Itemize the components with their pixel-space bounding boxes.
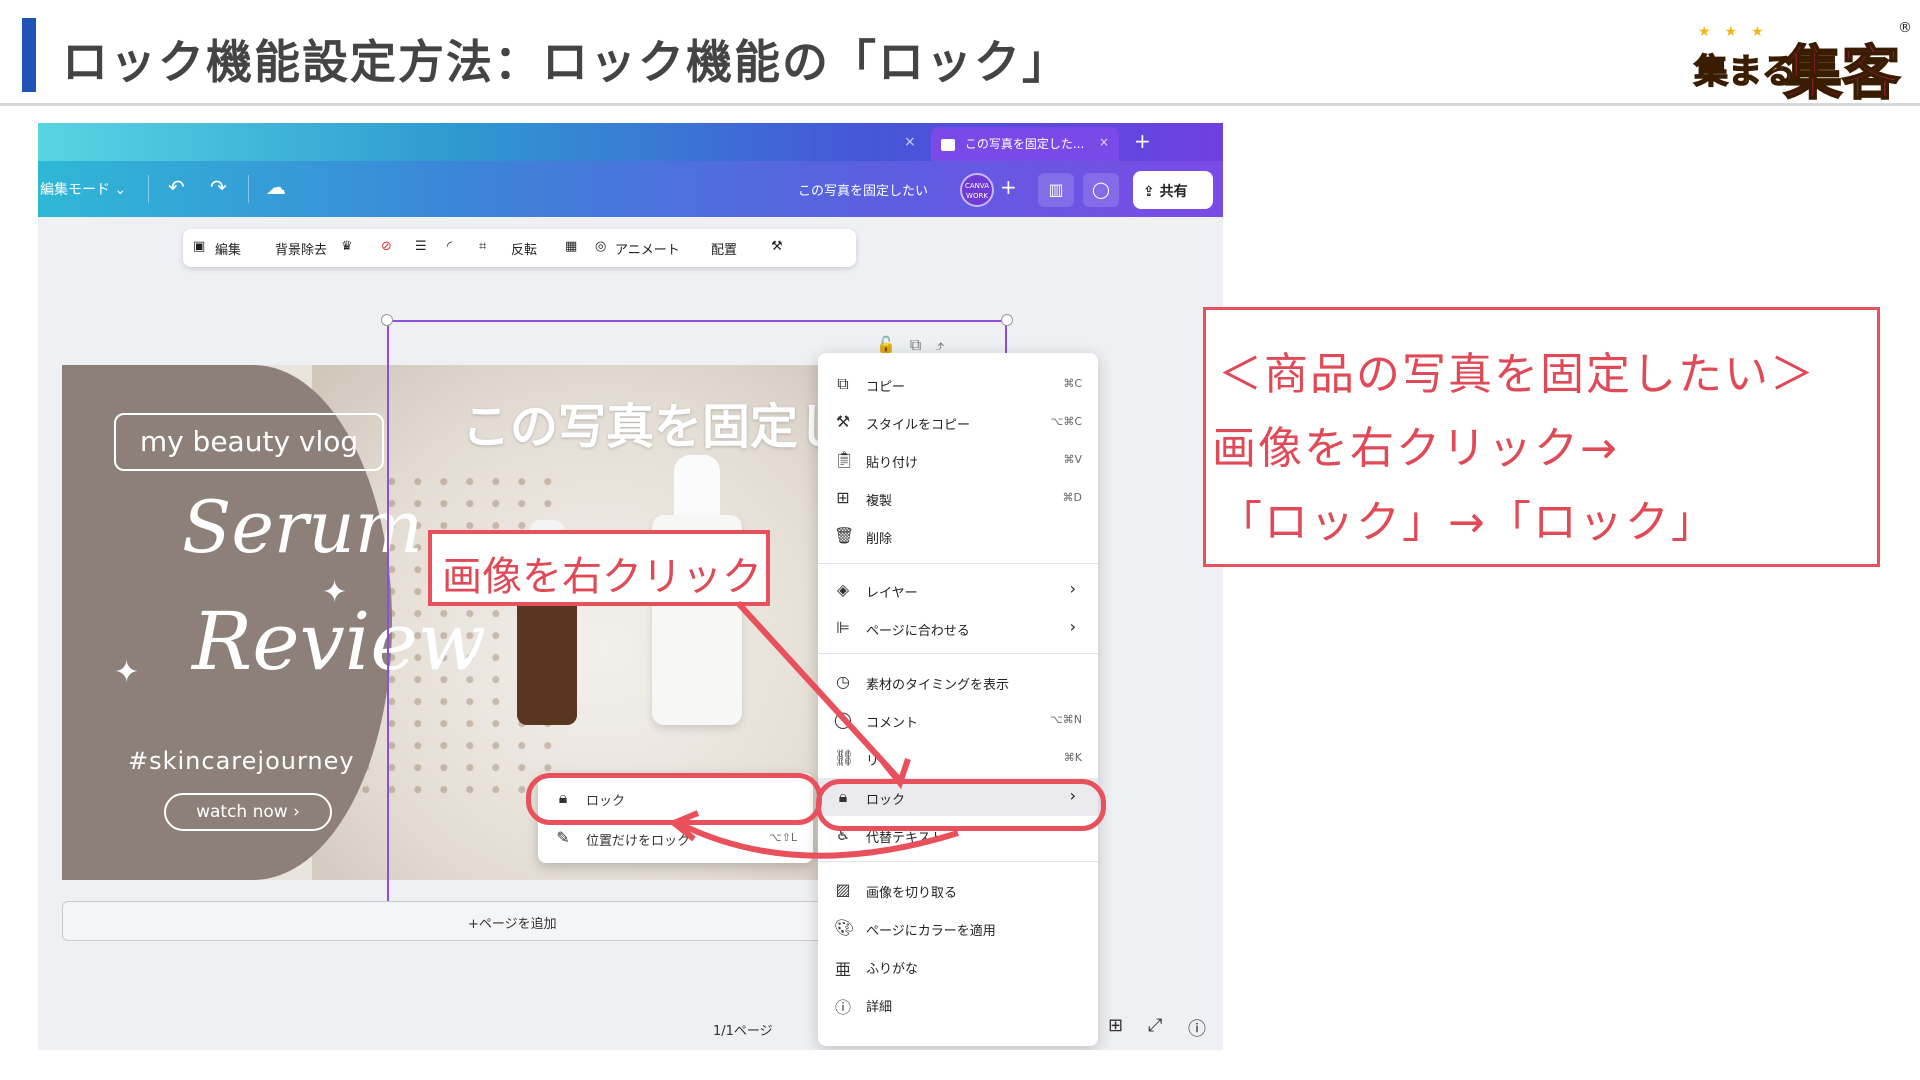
slide-title: ロック機能設定方法：ロック機能の「ロック」 bbox=[62, 35, 1070, 89]
logo-big-text: 集客 bbox=[1783, 38, 1901, 108]
logo: ★★★ 集まる 集客 ® bbox=[1692, 20, 1912, 108]
annotation-arrows bbox=[668, 600, 959, 859]
instruction-note: ＜商品の写真を固定したい＞ 画像を右クリック→ 「ロック」→「ロック」 bbox=[1203, 307, 1880, 567]
logo-small-text: 集まる bbox=[1693, 51, 1797, 93]
editor-screenshot: × この写真を固定した... × + 編集モード ⌄ ↶ ↷ ☁ この写真を固定… bbox=[38, 123, 1223, 1050]
arrow-to-lock bbox=[735, 600, 901, 781]
logo-stars: ★★★ bbox=[1698, 24, 1778, 40]
slide-header: ロック機能設定方法：ロック機能の「ロック」 ★★★ 集まる 集客 ® bbox=[0, 0, 1920, 108]
logo-registered-mark: ® bbox=[1898, 20, 1912, 36]
title-accent-bar bbox=[22, 18, 36, 92]
note-line-1: ＜商品の写真を固定したい＞ bbox=[1218, 349, 1816, 400]
note-line-2: 画像を右クリック→ bbox=[1212, 423, 1619, 474]
note-line-3: 「ロック」→「ロック」 bbox=[1218, 497, 1717, 548]
arrow-to-submenu bbox=[676, 820, 959, 859]
